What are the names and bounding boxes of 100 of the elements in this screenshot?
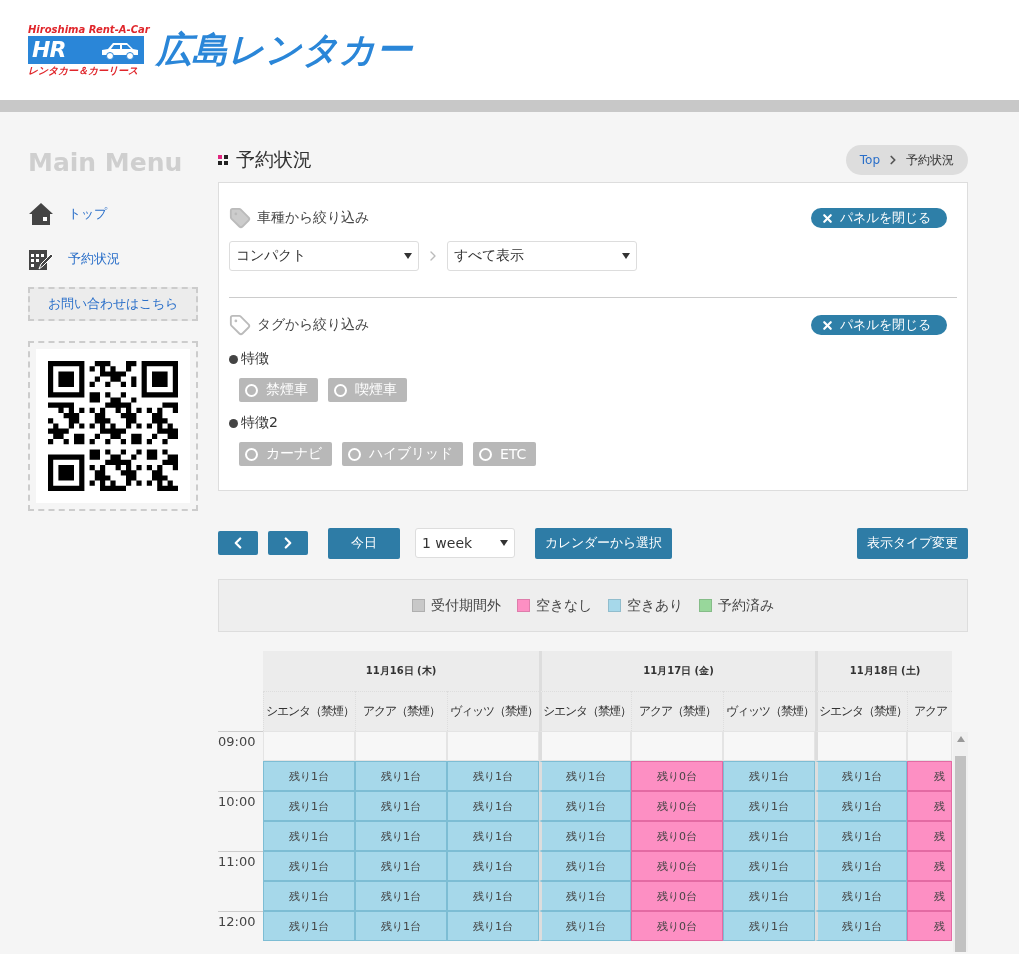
slot-cell[interactable]: 残	[907, 761, 952, 791]
slot-cell[interactable]: 残	[907, 791, 952, 821]
sidebar-link[interactable]: 予約状況	[28, 236, 198, 281]
slot-cell[interactable]: 残り1台	[263, 881, 355, 911]
slot-cell[interactable]: 残り1台	[539, 911, 631, 941]
filter-select[interactable]: すべて表示	[447, 241, 637, 271]
slot-cell[interactable]: 残り1台	[723, 911, 815, 941]
slot-cell[interactable]: 残り1台	[723, 881, 815, 911]
slot-cell[interactable]: 残り0台	[631, 911, 723, 941]
day-header: 11月16日 (木)	[263, 651, 539, 691]
slot-cell[interactable]: 残り1台	[263, 761, 355, 791]
brand-name: 広島レンタカー	[156, 27, 412, 72]
column-header: アクア（禁煙）	[355, 691, 447, 731]
logo-tagline: レンタカー＆カーリース	[28, 64, 139, 77]
tag-icon	[229, 314, 251, 336]
slot-cell[interactable]: 残り1台	[815, 821, 907, 851]
slot-cell[interactable]: 残り1台	[723, 791, 815, 821]
slot-cell[interactable]: 残	[907, 881, 952, 911]
slot-cell[interactable]: 残り1台	[539, 851, 631, 881]
slot-cell[interactable]: 残り1台	[447, 761, 539, 791]
slot-cell[interactable]: 残り0台	[631, 851, 723, 881]
slot-cell[interactable]: 残り1台	[815, 911, 907, 941]
slot-cell[interactable]: 残り0台	[631, 881, 723, 911]
slot-cell[interactable]: 残り1台	[263, 821, 355, 851]
group-label: 特徴2	[241, 414, 278, 432]
contact-button[interactable]: お問い合わせはこちら	[28, 287, 198, 321]
slot-cell[interactable]: 残り1台	[723, 761, 815, 791]
close-panel-button[interactable]: パネルを閉じる	[811, 208, 947, 228]
next-button[interactable]	[268, 531, 308, 555]
slot-cell[interactable]: 残り1台	[447, 851, 539, 881]
column-header: アクア（禁煙）	[631, 691, 723, 731]
caret-icon	[404, 253, 412, 259]
slot-cell[interactable]: 残り1台	[815, 851, 907, 881]
slot-cell[interactable]	[723, 731, 815, 761]
calendar-select-button[interactable]: カレンダーから選択	[535, 527, 672, 559]
slot-cell[interactable]: 残り1台	[815, 881, 907, 911]
slot-cell[interactable]: 残り1台	[723, 821, 815, 851]
today-button[interactable]: 今日	[328, 527, 400, 559]
slot-cell[interactable]	[539, 731, 631, 761]
slot-cell[interactable]	[631, 731, 723, 761]
slot-cell[interactable]: 残り1台	[355, 911, 447, 941]
caret-icon	[622, 253, 630, 259]
slot-cell[interactable]	[815, 731, 907, 761]
close-icon	[821, 211, 834, 225]
legend-label: 空きなし	[536, 596, 592, 615]
column-header: シエンタ（禁煙）	[815, 691, 907, 731]
slot-cell[interactable]	[263, 731, 355, 761]
slot-cell[interactable]: 残り1台	[815, 791, 907, 821]
day-header: 11月18日 (土)	[815, 651, 952, 691]
slot-cell[interactable]: 残り0台	[631, 761, 723, 791]
day-header: 11月17日 (金)	[539, 651, 815, 691]
column-header: アクア	[907, 691, 952, 731]
slot-cell[interactable]: 残り1台	[539, 881, 631, 911]
view-type-button[interactable]: 表示タイプ変更	[857, 527, 968, 559]
slot-cell[interactable]: 残り1台	[355, 851, 447, 881]
slot-cell[interactable]: 残り1台	[355, 791, 447, 821]
scrollbar[interactable]	[953, 732, 968, 952]
logo-tagline: Hiroshima Rent-A-Car	[28, 23, 151, 36]
column-header: シエンタ（禁煙）	[539, 691, 631, 731]
slot-cell[interactable]: 残り1台	[263, 851, 355, 881]
filter-title: 車種から絞り込み	[257, 209, 369, 227]
close-panel-button[interactable]: パネルを閉じる	[811, 315, 947, 335]
legend-label: 受付期間外	[431, 596, 501, 615]
slot-cell[interactable]: 残り1台	[539, 791, 631, 821]
slot-cell[interactable]	[447, 731, 539, 761]
slot-cell[interactable]: 残り0台	[631, 821, 723, 851]
slot-cell[interactable]: 残り1台	[815, 761, 907, 791]
tag-icon	[229, 207, 251, 229]
slot-cell[interactable]: 残り1台	[263, 791, 355, 821]
column-header: ヴィッツ（禁煙）	[723, 691, 815, 731]
scroll-up-icon[interactable]	[956, 736, 965, 742]
slot-cell[interactable]: 残り1台	[723, 851, 815, 881]
legend-label: 空きあり	[627, 596, 683, 615]
legend-label: 予約済み	[718, 596, 774, 615]
slot-cell[interactable]: 残り1台	[447, 821, 539, 851]
slot-cell[interactable]: 残り1台	[263, 911, 355, 941]
slot-cell[interactable]: 残り1台	[539, 761, 631, 791]
slot-cell[interactable]: 残り1台	[447, 881, 539, 911]
range-select[interactable]: 1 week	[415, 528, 515, 558]
slot-cell[interactable]: 残り1台	[355, 761, 447, 791]
slot-cell[interactable]: 残	[907, 821, 952, 851]
logo-mark: HR	[28, 36, 144, 64]
slot-cell[interactable]: 残	[907, 911, 952, 941]
slot-cell[interactable]: 残り0台	[631, 791, 723, 821]
breadcrumb-link[interactable]: Top	[859, 153, 880, 167]
group-label: 特徴	[241, 350, 269, 368]
caret-icon	[500, 540, 508, 546]
slot-cell[interactable]: 残り1台	[447, 791, 539, 821]
slot-cell[interactable]	[355, 731, 447, 761]
slot-cell[interactable]: 残り1台	[539, 821, 631, 851]
sidebar-link[interactable]: トップ	[28, 191, 198, 236]
filter-select[interactable]: コンパクト	[229, 241, 419, 271]
slot-cell[interactable]: 残り1台	[355, 821, 447, 851]
slot-cell[interactable]: 残り1台	[355, 881, 447, 911]
slot-cell[interactable]	[907, 731, 952, 761]
previous-button[interactable]	[218, 531, 258, 555]
slot-cell[interactable]: 残	[907, 851, 952, 881]
bullet-icon	[229, 354, 238, 364]
bullet-icon	[229, 418, 238, 428]
slot-cell[interactable]: 残り1台	[447, 911, 539, 941]
